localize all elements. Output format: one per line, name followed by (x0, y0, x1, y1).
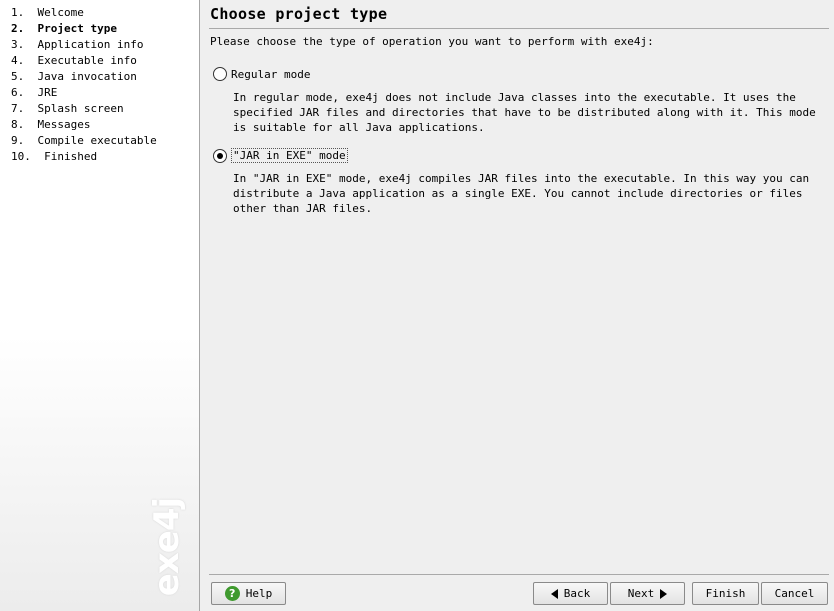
help-button[interactable]: ? Help (211, 582, 286, 605)
back-button-label: Back (563, 587, 591, 600)
step-item-application-info[interactable]: 3. Application info (11, 37, 199, 53)
step-item-java-invocation[interactable]: 5. Java invocation (11, 69, 199, 85)
regular-mode-label[interactable]: Regular mode (231, 68, 310, 81)
step-item-splash-screen[interactable]: 7. Splash screen (11, 101, 199, 117)
regular-mode-radio[interactable] (213, 67, 227, 81)
step-item-project-type[interactable]: 2. Project type (11, 21, 199, 37)
next-button-label: Next (627, 587, 655, 600)
back-button[interactable]: Back (533, 582, 608, 605)
jar-in-exe-radio-option[interactable]: "JAR in EXE" mode (213, 148, 348, 163)
step-item-compile-executable[interactable]: 9. Compile executable (11, 133, 199, 149)
finish-button[interactable]: Finish (692, 582, 759, 605)
step-item-jre[interactable]: 6. JRE (11, 85, 199, 101)
regular-mode-radio-option[interactable]: Regular mode (213, 67, 310, 81)
cancel-button-label: Cancel (774, 587, 815, 600)
step-item-messages[interactable]: 8. Messages (11, 117, 199, 133)
title-divider (209, 28, 829, 29)
button-bar-divider (209, 574, 829, 575)
help-button-label: Help (245, 587, 273, 600)
regular-mode-description: In regular mode, exe4j does not include … (233, 91, 816, 134)
step-item-welcome[interactable]: 1. Welcome (11, 5, 199, 21)
cancel-button[interactable]: Cancel (761, 582, 828, 605)
finish-button-label: Finish (705, 587, 746, 600)
step-item-executable-info[interactable]: 4. Executable info (11, 53, 199, 69)
help-question-icon: ? (224, 586, 240, 601)
jar-in-exe-label[interactable]: "JAR in EXE" mode (231, 148, 348, 163)
step-list: 1. Welcome 2. Project type 3. Applicatio… (0, 0, 199, 165)
jar-in-exe-radio[interactable] (213, 148, 227, 163)
jar-in-exe-description: In "JAR in EXE" mode, exe4j compiles JAR… (233, 172, 810, 215)
back-arrow-icon (550, 588, 558, 599)
wizard-main-panel: Choose project type Please choose the ty… (201, 0, 834, 611)
instruction-text: Please choose the type of operation you … (210, 35, 654, 48)
next-arrow-icon (660, 588, 668, 599)
page-title: Choose project type (210, 5, 388, 23)
next-button[interactable]: Next (610, 582, 685, 605)
exe4j-watermark-logo: exe4j (147, 497, 187, 597)
step-item-finished[interactable]: 10. Finished (11, 149, 199, 165)
wizard-step-sidebar: 1. Welcome 2. Project type 3. Applicatio… (0, 0, 200, 611)
